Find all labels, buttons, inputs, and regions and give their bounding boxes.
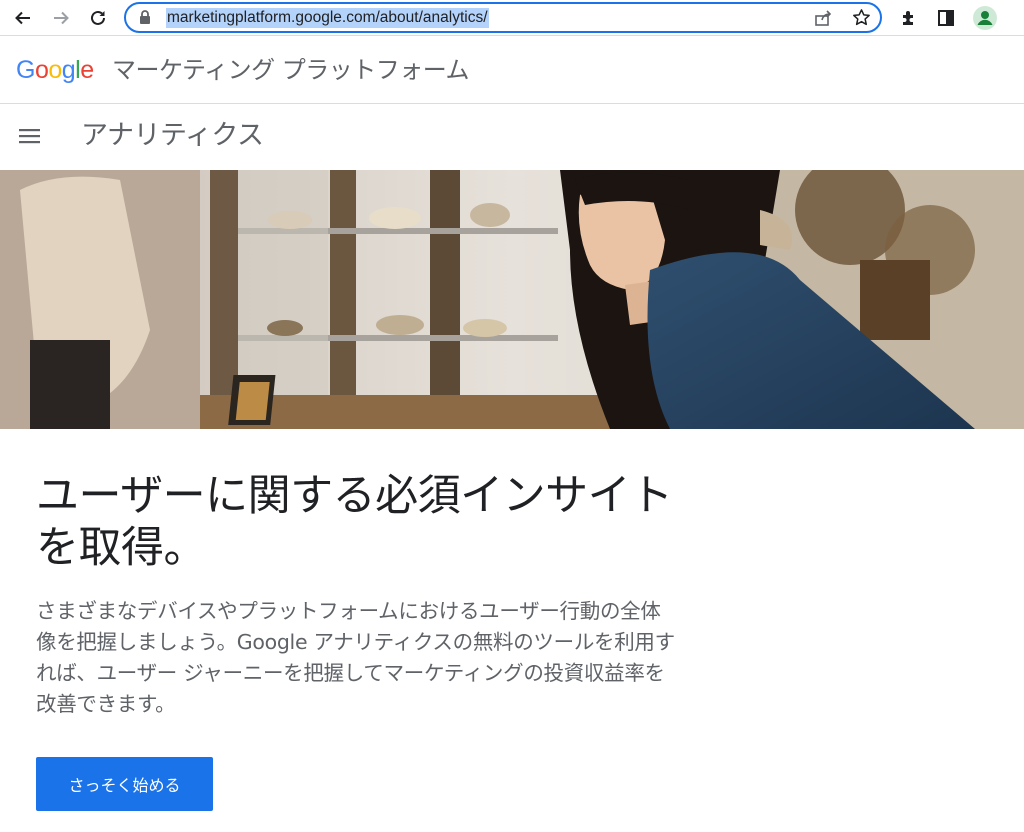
site-header: Google マーケティング プラットフォーム — [0, 37, 1024, 104]
browser-toolbar: marketingplatform.google.com/about/analy… — [0, 0, 1024, 36]
subnav-title[interactable]: アナリティクス — [81, 118, 264, 154]
star-icon[interactable] — [852, 8, 871, 31]
lock-icon[interactable] — [139, 10, 151, 29]
reload-icon[interactable] — [83, 3, 113, 33]
url-text[interactable]: marketingplatform.google.com/about/analy… — [166, 8, 489, 28]
get-started-button[interactable]: さっそく始める — [36, 757, 213, 811]
product-name[interactable]: マーケティング プラットフォーム — [112, 54, 470, 86]
side-panel-icon[interactable] — [931, 3, 961, 33]
google-logo[interactable]: Google — [16, 55, 94, 85]
profile-icon[interactable] — [970, 3, 1000, 33]
address-bar[interactable]: marketingplatform.google.com/about/analy… — [124, 2, 882, 33]
menu-icon[interactable] — [18, 126, 42, 150]
description: さまざまなデバイスやプラットフォームにおけるユーザー行動の全体像を把握しましょう… — [36, 599, 675, 716]
headline: ユーザーに関する必須インサイトを取得。 — [36, 471, 673, 573]
subnav: アナリティクス — [0, 104, 1024, 170]
back-icon[interactable] — [8, 3, 38, 33]
hero-image — [0, 170, 1024, 429]
extensions-icon[interactable] — [894, 3, 924, 33]
forward-icon[interactable] — [46, 3, 76, 33]
share-icon[interactable] — [814, 9, 832, 31]
